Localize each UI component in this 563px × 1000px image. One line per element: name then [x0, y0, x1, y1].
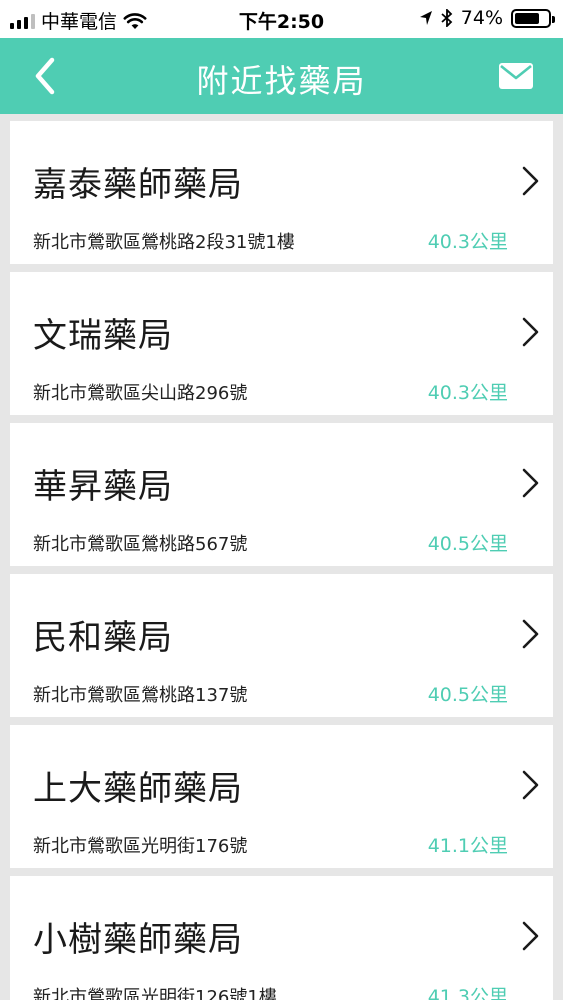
- pharmacy-address: 新北市鶯歌區鶯桃路2段31號1樓: [33, 232, 295, 253]
- pharmacy-name: 華昇藥局: [33, 467, 173, 507]
- status-right: 74%: [419, 7, 555, 29]
- pharmacy-distance: 40.3公里: [427, 231, 508, 253]
- pharmacy-name: 民和藥局: [33, 618, 173, 658]
- pharmacy-distance: 41.3公里: [427, 986, 508, 1000]
- pharmacy-name: 小樹藥師藥局: [33, 920, 243, 960]
- pharmacy-address: 新北市鶯歌區尖山路296號: [33, 383, 248, 404]
- battery-icon: [511, 8, 555, 28]
- location-arrow-icon: [419, 11, 432, 25]
- chevron-right-icon: [522, 468, 539, 498]
- nav-bar: 附近找藥局: [0, 38, 563, 114]
- pharmacy-name: 上大藥師藥局: [33, 769, 243, 809]
- pharmacy-distance: 40.3公里: [427, 382, 508, 404]
- pharmacy-card[interactable]: 上大藥師藥局 新北市鶯歌區光明街176號 41.1公里: [10, 725, 553, 868]
- pharmacy-card[interactable]: 嘉泰藥師藥局 新北市鶯歌區鶯桃路2段31號1樓 40.3公里: [10, 121, 553, 264]
- chevron-right-icon: [522, 921, 539, 951]
- pharmacy-address: 新北市鶯歌區鶯桃路137號: [33, 685, 248, 706]
- pharmacy-card[interactable]: 華昇藥局 新北市鶯歌區鶯桃路567號 40.5公里: [10, 423, 553, 566]
- battery-fill: [515, 12, 539, 24]
- pharmacy-name: 嘉泰藥師藥局: [33, 165, 243, 205]
- chevron-right-icon: [522, 619, 539, 649]
- pharmacy-name: 文瑞藥局: [33, 316, 173, 356]
- pharmacy-list: 嘉泰藥師藥局 新北市鶯歌區鶯桃路2段31號1樓 40.3公里 文瑞藥局 新北市鶯…: [10, 121, 553, 1000]
- chevron-right-icon: [522, 317, 539, 347]
- battery-percent: 74%: [460, 7, 503, 29]
- pharmacy-address: 新北市鶯歌區鶯桃路567號: [33, 534, 248, 555]
- page-title: 附近找藥局: [196, 62, 367, 100]
- chevron-right-icon: [522, 770, 539, 800]
- pharmacy-card[interactable]: 文瑞藥局 新北市鶯歌區尖山路296號 40.3公里: [10, 272, 553, 415]
- pharmacy-address: 新北市鶯歌區光明街176號: [33, 836, 248, 857]
- bluetooth-icon: [441, 9, 453, 27]
- pharmacy-address: 新北市鶯歌區光明街126號1樓: [33, 987, 277, 1000]
- status-bar: 中華電信 下午2:50 74%: [0, 0, 563, 38]
- battery-nub: [552, 15, 555, 23]
- pharmacy-distance: 40.5公里: [427, 684, 508, 706]
- pharmacy-card[interactable]: 小樹藥師藥局 新北市鶯歌區光明街126號1樓 41.3公里: [10, 876, 553, 1000]
- pharmacy-card[interactable]: 民和藥局 新北市鶯歌區鶯桃路137號 40.5公里: [10, 574, 553, 717]
- pharmacy-distance: 40.5公里: [427, 533, 508, 555]
- pharmacy-distance: 41.1公里: [427, 835, 508, 857]
- chevron-right-icon: [522, 166, 539, 196]
- mail-icon[interactable]: [499, 63, 533, 89]
